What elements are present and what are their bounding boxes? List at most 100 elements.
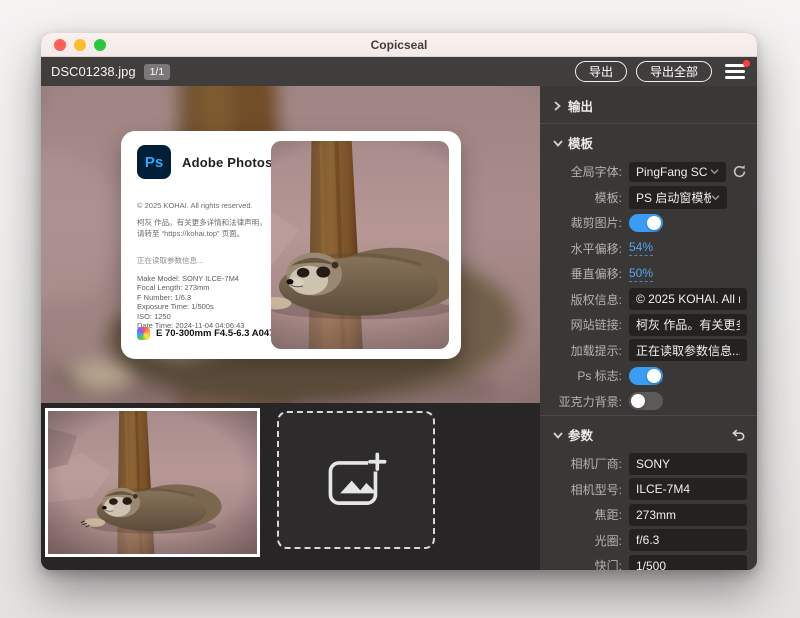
font-select-value: PingFang SC (636, 165, 710, 179)
camera-make-input[interactable] (629, 453, 747, 475)
field-label: 网站链接: (540, 316, 622, 333)
main-content: Ps Adobe Photoshop © 2025 KOHAI. All rig… (41, 86, 757, 570)
image-counter-badge: 1/1 (144, 64, 171, 80)
template-select[interactable]: PS 启动窗模板 (629, 186, 727, 209)
image-plus-icon (325, 452, 387, 508)
notification-dot (743, 60, 750, 67)
field-camera-make: 相机厂商: (540, 451, 757, 477)
field-crop-image: 裁剪图片: (540, 210, 757, 236)
section-template-label: 模板 (568, 133, 593, 152)
field-label: 光圈: (540, 532, 622, 549)
field-camera-model: 相机型号: (540, 477, 757, 503)
exif-line: Exposure Time: 1/500s (137, 302, 267, 312)
settings-panel: 输出 模板 全局字体: PingFang SC (540, 86, 757, 570)
loading-hint-input[interactable] (629, 339, 747, 361)
chevron-down-icon (553, 431, 566, 439)
app-window: Copicseal DSC01238.jpg 1/1 导出 导出全部 Ps (41, 33, 757, 570)
field-label: 加载提示: (540, 342, 622, 359)
zoom-icon[interactable] (94, 39, 106, 51)
section-params[interactable]: 参数 (540, 417, 757, 451)
copyright-input[interactable] (629, 288, 747, 310)
photo-preview[interactable]: Ps Adobe Photoshop © 2025 KOHAI. All rig… (41, 86, 540, 403)
section-template[interactable]: 模板 (540, 125, 757, 159)
preview-column: Ps Adobe Photoshop © 2025 KOHAI. All rig… (41, 86, 540, 570)
export-all-button[interactable]: 导出全部 (636, 61, 712, 82)
field-vertical-offset: 垂直偏移: 50% (540, 261, 757, 287)
section-params-label: 参数 (568, 425, 593, 444)
lens-color-icon (137, 327, 150, 340)
exif-line: ISO: 1250 (137, 312, 267, 322)
vertical-offset-value[interactable]: 50% (629, 266, 653, 282)
card-text-block: © 2025 KOHAI. All rights reserved. 柯灰 作品… (137, 201, 267, 331)
field-label: Ps 标志: (540, 367, 622, 384)
divider (540, 415, 757, 416)
exif-line: Focal Length: 273mm (137, 283, 267, 293)
field-label: 全局字体: (540, 163, 622, 180)
acrylic-toggle[interactable] (629, 392, 663, 410)
window-title: Copicseal (371, 38, 428, 52)
field-global-font: 全局字体: PingFang SC (540, 159, 757, 185)
chevron-down-icon (711, 194, 720, 201)
section-output-label: 输出 (568, 96, 593, 115)
field-label: 亚克力背景: (540, 393, 622, 410)
field-label: 裁剪图片: (540, 214, 622, 231)
minimize-icon[interactable] (74, 39, 86, 51)
photoshop-logo-icon: Ps (137, 145, 171, 179)
chevron-down-icon (553, 139, 566, 147)
exif-line: Make Model: SONY ILCE-7M4 (137, 274, 267, 284)
toolbar: DSC01238.jpg 1/1 导出 导出全部 (41, 57, 757, 86)
card-website: 柯灰 作品。有关更多详情和法律声明，请转至 “https://kohai.top… (137, 218, 267, 240)
field-focal-length: 焦距: (540, 502, 757, 528)
card-exif-block: Make Model: SONY ILCE-7M4 Focal Length: … (137, 274, 267, 332)
template-select-value: PS 启动窗模板 (636, 189, 711, 206)
card-copyright: © 2025 KOHAI. All rights reserved. (137, 201, 267, 211)
lens-badge: E 70-300mm F4.5-6.3 A047 (137, 327, 274, 340)
field-label: 版权信息: (540, 291, 622, 308)
website-input[interactable] (629, 314, 747, 336)
font-select[interactable]: PingFang SC (629, 162, 726, 182)
ps-logo-toggle[interactable] (629, 367, 663, 385)
field-horizontal-offset: 水平偏移: 54% (540, 236, 757, 262)
divider (540, 123, 757, 124)
field-aperture: 光圈: (540, 528, 757, 554)
shutter-input[interactable] (629, 555, 747, 570)
field-label: 模板: (540, 189, 622, 206)
traffic-lights (54, 39, 106, 51)
thumbnail-strip (41, 403, 540, 570)
field-label: 相机厂商: (540, 455, 622, 472)
section-output[interactable]: 输出 (540, 88, 757, 122)
field-label: 快门: (540, 557, 622, 570)
crop-toggle[interactable] (629, 214, 663, 232)
undo-icon[interactable] (730, 428, 745, 442)
thumbnail-selected[interactable] (45, 408, 260, 557)
lens-name: E 70-300mm F4.5-6.3 A047 (156, 328, 274, 339)
chevron-down-icon (710, 168, 719, 175)
field-label: 相机型号: (540, 481, 622, 498)
field-shutter: 快门: (540, 553, 757, 570)
refresh-icon[interactable] (732, 164, 747, 179)
field-label: 垂直偏移: (540, 265, 622, 282)
camera-model-input[interactable] (629, 478, 747, 500)
horizontal-offset-value[interactable]: 54% (629, 240, 653, 256)
hamburger-menu-icon[interactable] (725, 64, 745, 79)
thumbnail-image (48, 411, 257, 554)
focal-length-input[interactable] (629, 504, 747, 526)
card-loading-text: 正在读取参数信息... (137, 255, 267, 266)
field-ps-logo: Ps 标志: (540, 363, 757, 389)
close-icon[interactable] (54, 39, 66, 51)
chevron-right-icon (553, 101, 566, 111)
current-filename: DSC01238.jpg (51, 64, 136, 79)
export-button[interactable]: 导出 (575, 61, 627, 82)
field-template: 模板: PS 启动窗模板 (540, 185, 757, 211)
watermark-card[interactable]: Ps Adobe Photoshop © 2025 KOHAI. All rig… (121, 131, 461, 359)
exif-line: F Number: 1/6.3 (137, 293, 267, 303)
field-acrylic: 亚克力背景: (540, 389, 757, 415)
field-copyright: 版权信息: (540, 287, 757, 313)
field-label: 焦距: (540, 506, 622, 523)
add-image-dropzone[interactable] (277, 411, 435, 549)
titlebar: Copicseal (41, 33, 757, 57)
field-label: 水平偏移: (540, 240, 622, 257)
aperture-input[interactable] (629, 529, 747, 551)
card-photo (271, 141, 449, 349)
field-website: 网站链接: (540, 312, 757, 338)
